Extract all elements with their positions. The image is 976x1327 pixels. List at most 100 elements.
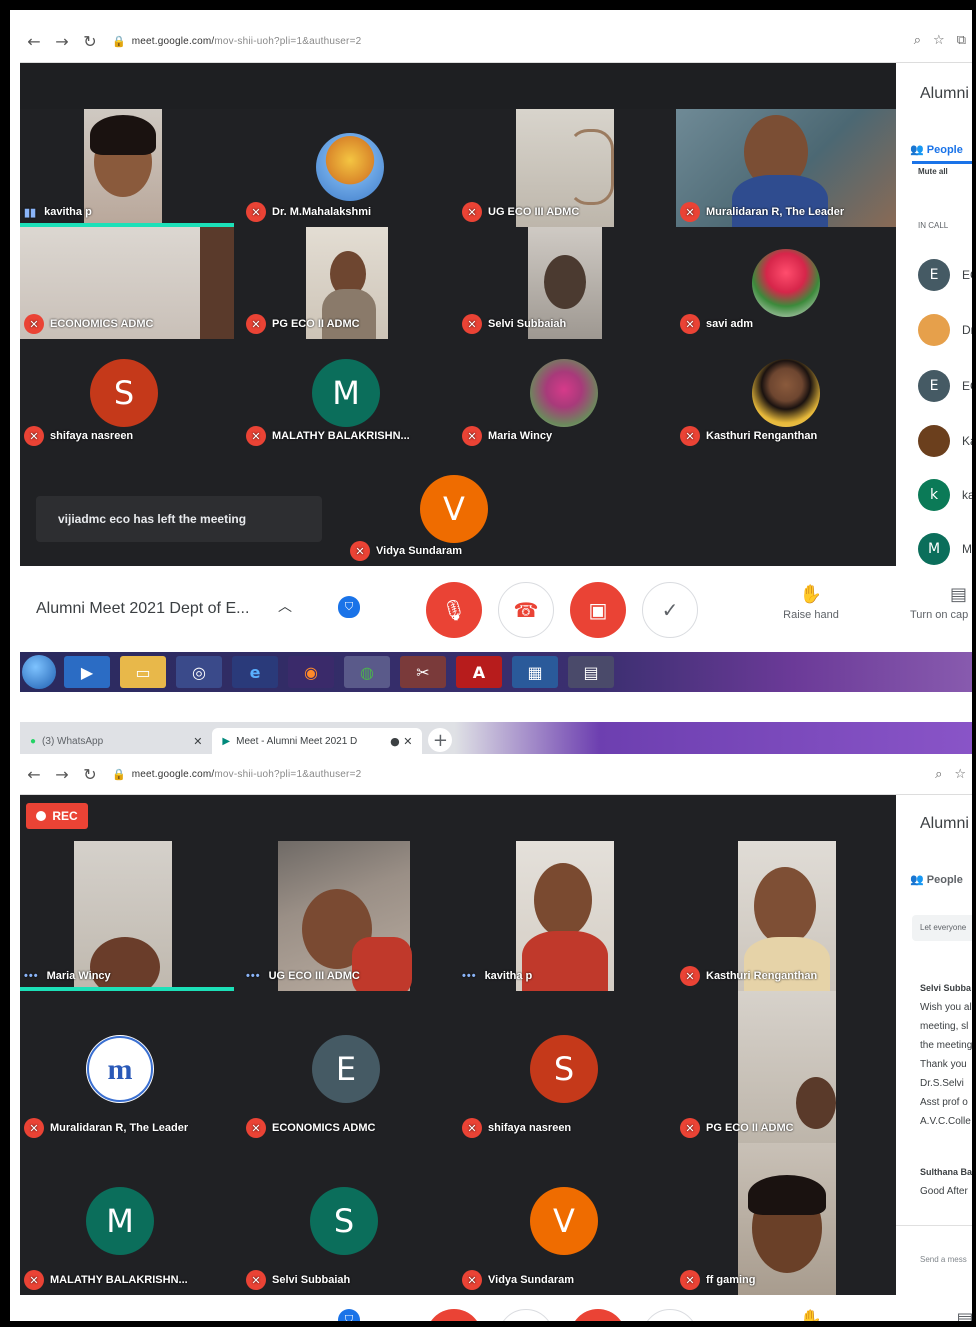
participant-tile[interactable]: M ✕ MALATHY BALAKRISHN... (20, 1143, 234, 1295)
forward-icon[interactable]: → (48, 765, 76, 784)
pdf-reader-icon[interactable]: A (456, 656, 502, 688)
media-player-icon[interactable]: ▶ (64, 656, 110, 688)
new-tab-button[interactable]: + (428, 728, 453, 752)
captions-button[interactable]: ▤ (950, 1309, 972, 1321)
panel-title: Alumni M (920, 815, 972, 832)
more-options-button[interactable]: ✓ (642, 582, 698, 638)
participant-tile[interactable]: ••• UG ECO III ADMC (242, 841, 456, 991)
muraidaran-logo-icon: m (87, 1036, 153, 1102)
snipping-tool-icon[interactable]: ✂ (400, 656, 446, 688)
panel-person[interactable]: k ka (918, 479, 972, 511)
participant-tile[interactable]: ✕ savi adm (676, 227, 896, 339)
reload-icon[interactable]: ↻ (76, 32, 104, 51)
participant-name: ••• kavitha p (462, 970, 533, 982)
chevron-up-icon[interactable]: ︿ (278, 596, 292, 616)
chrome-icon[interactable]: ◍ (344, 656, 390, 688)
camera-toggle-button[interactable] (570, 1309, 626, 1321)
participant-tile[interactable]: V ✕ Vidya Sundaram (458, 1143, 672, 1295)
reload-icon[interactable]: ↻ (76, 765, 104, 784)
mute-all-button[interactable]: Mute all (918, 167, 948, 176)
left-meeting-toast: vijiadmc eco has left the meeting (36, 496, 322, 542)
forward-icon[interactable]: → (48, 32, 76, 51)
participant-tile[interactable]: ✕ ff gaming (676, 1143, 896, 1295)
url-text[interactable]: meet.google.com/mov-shii-uoh?pli=1&authu… (132, 36, 362, 47)
participant-tile[interactable]: ••• Maria Wincy (20, 841, 234, 991)
mic-toggle-button[interactable]: 🎙 (426, 582, 482, 638)
participant-tile[interactable]: ✕ Selvi Subbaiah (458, 227, 672, 339)
back-icon[interactable]: ← (20, 765, 48, 784)
participant-name: ✕ Selvi Subbaiah (462, 313, 566, 335)
raise-hand-button[interactable]: ✋ Raise hand (776, 584, 846, 621)
folder-icon[interactable]: ▭ (120, 656, 166, 688)
chat-hint: Let everyone (920, 923, 967, 932)
participant-tile[interactable]: ••• kavitha p (458, 841, 672, 991)
close-icon[interactable]: ● ✕ (390, 735, 412, 748)
participant-avatar (530, 359, 598, 427)
participant-tile[interactable]: ✕ Muralidaran R, The Leader (676, 109, 896, 227)
back-icon[interactable]: ← (20, 32, 48, 51)
tab-meet[interactable]: ▶ Meet - Alumni Meet 2021 D ● ✕ (212, 728, 423, 754)
camera-toggle-button[interactable]: ▣ (570, 582, 626, 638)
participant-name: ••• Maria Wincy (24, 970, 111, 982)
tab-whatsapp[interactable]: ● (3) WhatsApp ✕ (20, 728, 212, 754)
mic-off-icon: 🎙 (441, 598, 467, 622)
participant-tile[interactable]: ✕ UG ECO III ADMC (458, 109, 672, 227)
participant-tile[interactable]: ✕ PG ECO II ADMC (676, 991, 896, 1143)
participant-tile[interactable]: M ✕ MALATHY BALAKRISHN... (242, 339, 456, 451)
captions-icon: ▤ (950, 584, 968, 605)
participant-avatar: V (530, 1187, 598, 1255)
url-action-icons[interactable]: ⌕☆ (935, 767, 972, 782)
url-text[interactable]: meet.google.com/mov-shii-uoh?pli=1&authu… (132, 769, 362, 780)
participant-tile[interactable]: ▮▮ kavitha p (20, 109, 234, 227)
mic-off-icon: ✕ (680, 426, 700, 446)
meet-window-bottom: ● (3) WhatsApp ✕ ▶ Meet - Alumni Meet 2021 … (20, 722, 972, 1327)
more-options-button[interactable] (642, 1309, 698, 1321)
raise-hand-button[interactable]: ✋ (796, 1309, 826, 1327)
participant-tile[interactable]: ✕ ECONOMICS ADMC (20, 227, 234, 339)
media-center-icon[interactable]: ◎ (176, 656, 222, 688)
participant-tile[interactable]: ✕ PG ECO II ADMC (242, 227, 456, 339)
close-icon[interactable]: ✕ (193, 735, 202, 748)
url-action-icons[interactable]: ⌕☆⧉ (914, 33, 972, 48)
participant-avatar (752, 359, 820, 427)
firefox-icon[interactable]: ◉ (288, 656, 334, 688)
participant-tile[interactable]: S ✕ Selvi Subbaiah (242, 1143, 456, 1295)
tab-people[interactable]: 👥 People (910, 873, 963, 886)
address-bar[interactable]: ← → ↻ 🔒 meet.google.com/mov-shii-uoh?pli… (20, 20, 972, 63)
participant-tile[interactable]: S ✕ shifaya nasreen (20, 339, 234, 451)
address-bar[interactable]: ← → ↻ 🔒 meet.google.com/mov-shii-uoh?pli… (20, 754, 972, 795)
mic-off-icon: ✕ (680, 1270, 700, 1290)
end-call-button[interactable] (498, 1309, 554, 1321)
participant-tile[interactable]: E ✕ ECONOMICS ADMC (242, 991, 456, 1143)
participant-name: ▮▮ kavitha p (24, 206, 92, 219)
mic-off-icon: ✕ (680, 314, 700, 334)
mic-off-icon: ✕ (462, 314, 482, 334)
participant-tile[interactable]: ✕ Kasthuri Renganthan (676, 841, 896, 991)
panel-person[interactable]: EEC (918, 259, 972, 291)
participant-tile[interactable]: m ✕ Muralidaran R, The Leader (20, 991, 234, 1143)
internet-explorer-icon[interactable]: e (232, 656, 278, 688)
panel-person[interactable]: Dr (918, 314, 972, 346)
hand-icon: ✋ (799, 1309, 823, 1327)
tab-people[interactable]: 👥 People (910, 143, 963, 156)
end-call-button[interactable]: ☎ (498, 582, 554, 638)
participant-tile[interactable]: ✕ Kasthuri Renganthan (676, 339, 896, 451)
photo-viewer-icon[interactable]: ▦ (512, 656, 558, 688)
os-taskbar: ▶ ▭ ◎ e ◉ ◍ ✂ A ▦ ▤ (20, 652, 972, 692)
mic-toggle-button[interactable] (426, 1309, 482, 1321)
send-message-input[interactable]: Send a mess (920, 1255, 967, 1264)
participant-tile[interactable]: S ✕ shifaya nasreen (458, 991, 672, 1143)
document-icon[interactable]: ▤ (568, 656, 614, 688)
panel-person[interactable]: M M/ (918, 533, 972, 565)
captions-button[interactable]: ▤ Turn on cap (910, 584, 972, 621)
participant-tile[interactable]: ✕ Maria Wincy (458, 339, 672, 451)
participant-tile[interactable]: ✕ Dr. M.Mahalakshmi (242, 109, 456, 227)
participant-tile[interactable]: V ✕ Vidya Sundaram (346, 455, 564, 566)
meeting-title[interactable]: Alumni Meet 2021 Dept of E... (36, 600, 249, 618)
mic-off-icon: ✕ (680, 1118, 700, 1138)
panel-person[interactable]: Ka (918, 425, 972, 457)
shield-icon[interactable]: ⛉ (338, 1309, 360, 1321)
start-button[interactable] (22, 655, 56, 689)
shield-icon[interactable]: ⛉ (338, 596, 360, 618)
panel-person[interactable]: EEC (918, 370, 972, 402)
